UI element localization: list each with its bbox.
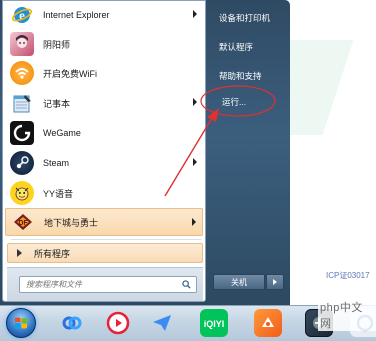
program-item-onmyoji[interactable]: 阴阳师: [5, 30, 203, 58]
steam-icon: [10, 151, 34, 175]
program-label: 阴阳师: [43, 39, 71, 50]
search-icon[interactable]: [182, 280, 191, 289]
dnf-icon: DF: [11, 210, 35, 234]
game-assistant-icon[interactable]: [254, 309, 282, 337]
search-input[interactable]: [26, 278, 176, 291]
shutdown-options-button[interactable]: [266, 274, 284, 290]
program-item-wegame[interactable]: WeGame: [5, 119, 203, 147]
program-label: YY语音: [43, 188, 74, 199]
submenu-arrow-icon[interactable]: [192, 218, 196, 226]
onmyoji-icon: [10, 32, 34, 56]
submenu-arrow-icon[interactable]: [193, 158, 197, 166]
search-area: [7, 267, 203, 301]
search-box[interactable]: [19, 276, 197, 293]
program-item-steam[interactable]: Steam: [5, 149, 203, 177]
right-item-default-programs[interactable]: 默认程序: [219, 41, 253, 53]
windows-logo-icon: [15, 317, 27, 329]
video-player-icon[interactable]: [104, 309, 132, 337]
right-item-run[interactable]: 运行...: [222, 96, 246, 108]
program-item-free-wifi[interactable]: 开启免费WiFi: [5, 59, 203, 87]
right-item-help-support[interactable]: 帮助和支持: [219, 70, 262, 82]
icp-text: ICP证03017: [326, 271, 370, 280]
program-item-dnf[interactable]: DF 地下城与勇士: [5, 208, 203, 236]
start-menu: e Internet Explorer 阴阳师 开启免费WiFi 记事本 WeG…: [0, 0, 290, 305]
wifi-icon: [10, 61, 34, 85]
yy-voice-icon: [10, 181, 34, 205]
program-label: Steam: [43, 158, 70, 168]
submenu-arrow-icon[interactable]: [193, 10, 197, 18]
iqiyi-icon[interactable]: iQIYI: [200, 309, 228, 337]
program-item-notepad[interactable]: 记事本: [5, 89, 203, 117]
program-label: Internet Explorer: [43, 10, 110, 20]
program-item-yy-voice[interactable]: YY语音: [5, 179, 203, 207]
all-programs-label: 所有程序: [34, 248, 71, 259]
shutdown-button[interactable]: 关机: [213, 274, 265, 290]
shutdown-label: 关机: [231, 277, 247, 287]
svg-text:iQIYI: iQIYI: [204, 319, 225, 329]
notepad-icon: [10, 91, 34, 115]
submenu-arrow-icon[interactable]: [193, 98, 197, 106]
arrow-right-icon: [17, 249, 22, 257]
wegame-icon: [10, 121, 34, 145]
program-label: 记事本: [43, 98, 71, 109]
internet-explorer-icon: e: [10, 3, 34, 27]
program-item-internet-explorer[interactable]: e Internet Explorer: [5, 1, 203, 29]
divider: [11, 239, 201, 240]
all-programs-button[interactable]: 所有程序: [7, 243, 203, 263]
watermark: php中文网: [318, 299, 376, 331]
feishu-icon[interactable]: [148, 309, 176, 337]
svg-text:DF: DF: [18, 220, 28, 227]
baidu-netdisk-icon[interactable]: [58, 309, 86, 337]
program-label: WeGame: [43, 128, 81, 138]
program-label: 开启免费WiFi: [43, 68, 97, 79]
program-pane: e Internet Explorer 阴阳师 开启免费WiFi 记事本 WeG…: [2, 0, 206, 302]
right-item-devices-printers[interactable]: 设备和打印机: [219, 12, 270, 24]
program-label: 地下城与勇士: [44, 217, 99, 228]
